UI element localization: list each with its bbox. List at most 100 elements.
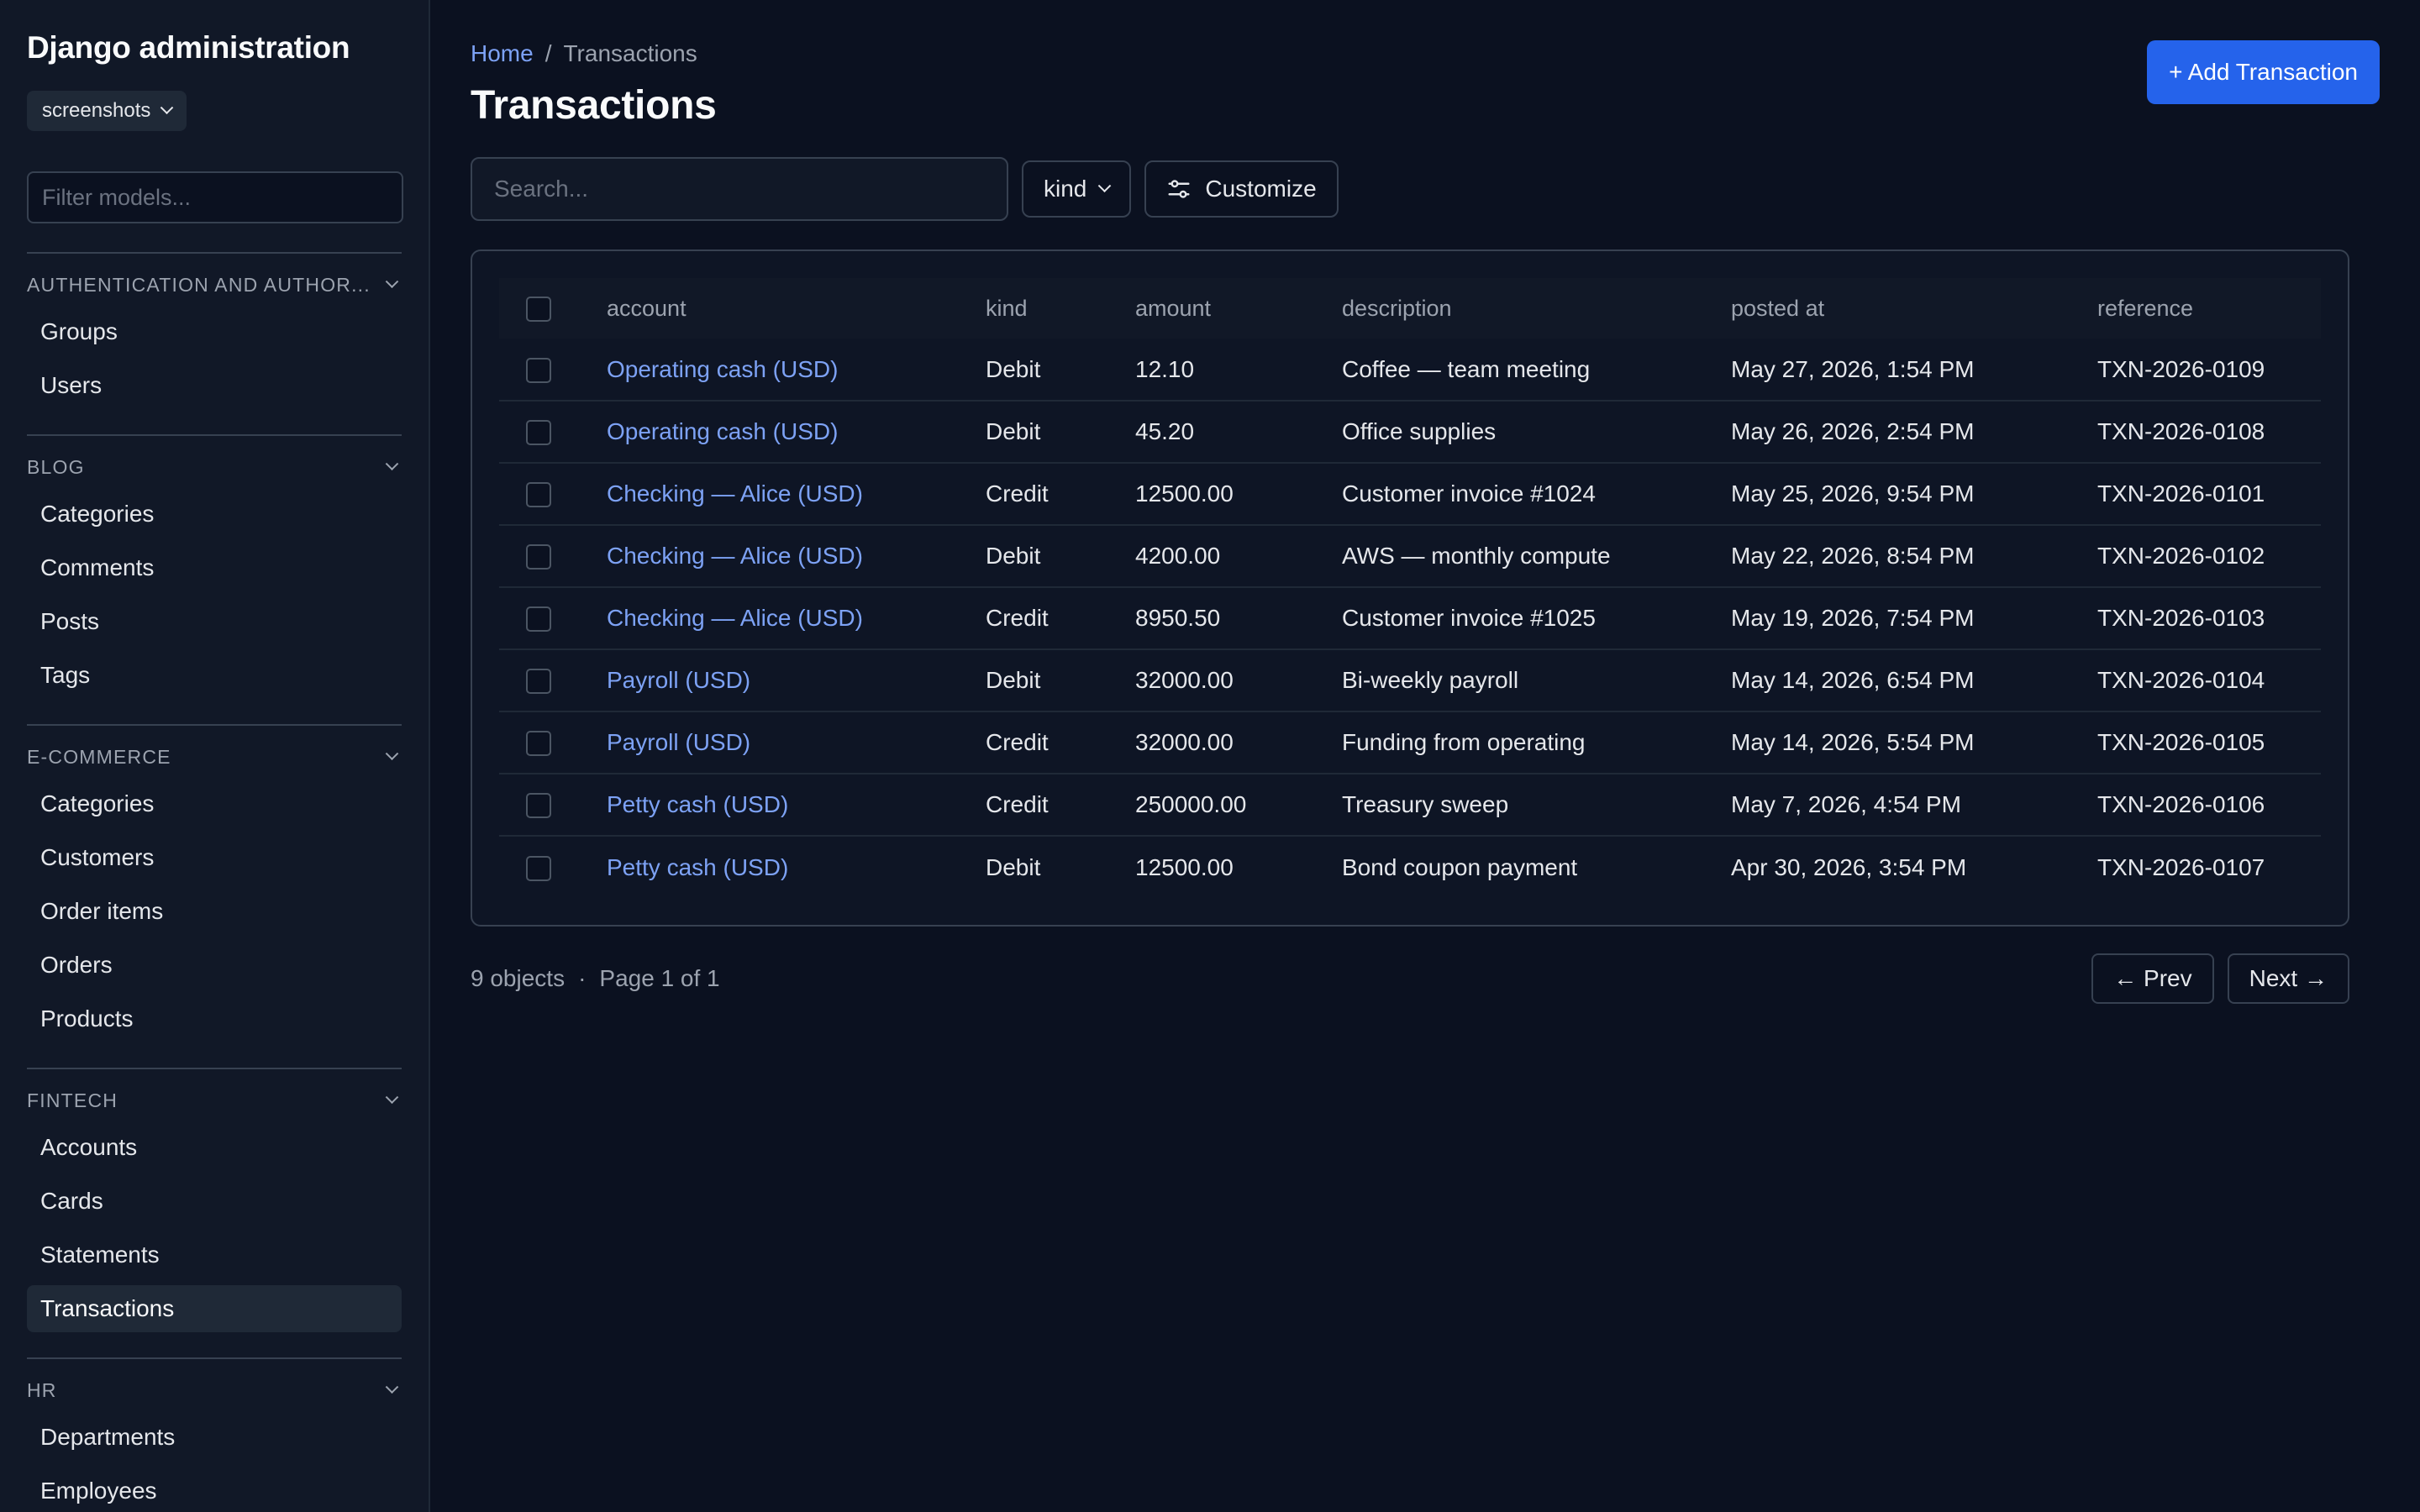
kind-filter-label: kind [1044, 176, 1087, 202]
account-link[interactable]: Checking — Alice (USD) [607, 462, 986, 525]
chevron-down-icon [385, 275, 399, 289]
object-count: 9 objects [471, 965, 566, 991]
nav-group: AUTHENTICATION AND AUTHOR... Groups Users [27, 252, 402, 409]
sidebar-item[interactable]: Products [27, 995, 402, 1042]
select-all-checkbox[interactable] [526, 296, 551, 322]
nav-group-header[interactable]: FINTECH [27, 1089, 402, 1112]
table-row: Checking — Alice (USD) Credit 12500.00 Cust… [499, 462, 2321, 525]
reference-cell: TXN-2026-0104 [2097, 648, 2321, 711]
nav-group: BLOG Categories Comments Posts Tags [27, 434, 402, 699]
nav-group-header[interactable]: AUTHENTICATION AND AUTHOR... [27, 274, 402, 297]
sidebar-item[interactable]: Departments [27, 1414, 402, 1461]
table-body: Operating cash (USD) Debit 12.10 Coffee — t… [499, 339, 2321, 898]
row-checkbox[interactable] [526, 544, 551, 570]
column-header-posted-at[interactable]: posted at [1731, 278, 2097, 339]
kind-cell: Credit [986, 462, 1135, 525]
posted-at-cell: May 14, 2026, 6:54 PM [1731, 648, 2097, 711]
account-link[interactable]: Petty cash (USD) [607, 835, 986, 898]
sidebar-item[interactable]: Order items [27, 888, 402, 935]
sidebar-item[interactable]: Accounts [27, 1124, 402, 1171]
sidebar-item[interactable]: Categories [27, 780, 402, 827]
row-select-cell [499, 524, 607, 587]
column-header-description[interactable]: description [1342, 278, 1731, 339]
description-cell: Customer invoice #1025 [1342, 586, 1731, 649]
chevron-down-icon [385, 457, 399, 471]
column-header-reference[interactable]: reference [2097, 278, 2321, 339]
posted-at-cell: May 26, 2026, 2:54 PM [1731, 400, 2097, 463]
row-checkbox[interactable] [526, 731, 551, 757]
sidebar-item[interactable]: Tags [27, 652, 402, 699]
sidebar-item[interactable]: Statements [27, 1231, 402, 1278]
amount-cell: 32000.00 [1135, 711, 1342, 774]
add-transaction-button[interactable]: + Add Transaction [2147, 40, 2380, 104]
table-row: Operating cash (USD) Debit 12.10 Coffee — t… [499, 339, 2321, 401]
kind-cell: Credit [986, 711, 1135, 774]
nav-group-title: HR [27, 1379, 57, 1401]
sidebar-item[interactable]: Groups [27, 308, 402, 355]
filter-models-input[interactable] [27, 171, 403, 223]
admin-app: Django administration screenshots AUTHEN… [0, 0, 2420, 1512]
account-link[interactable]: Operating cash (USD) [607, 400, 986, 463]
row-select-cell [499, 648, 607, 711]
reference-cell: TXN-2026-0107 [2097, 835, 2321, 898]
column-header-account[interactable]: account [607, 278, 986, 339]
prev-page-button[interactable]: ← Prev [2091, 953, 2214, 1004]
account-link[interactable]: Checking — Alice (USD) [607, 586, 986, 649]
table-row: Checking — Alice (USD) Debit 4200.00 AWS — … [499, 524, 2321, 587]
sliders-icon [1168, 180, 1190, 198]
nav-group: E-COMMERCE Categories Customers Order items… [27, 724, 402, 1042]
breadcrumb-home-link[interactable]: Home [471, 40, 534, 67]
list-footer: 9 objects · Page 1 of 1 ← Prev Next → [471, 953, 2349, 1004]
sidebar-item[interactable]: Comments [27, 544, 402, 591]
row-select-cell [499, 400, 607, 463]
sidebar-nav: AUTHENTICATION AND AUTHOR... Groups Users B… [27, 252, 402, 1512]
account-link[interactable]: Operating cash (USD) [607, 339, 986, 401]
table-row: Petty cash (USD) Debit 12500.00 Bond coupon… [499, 835, 2321, 898]
row-checkbox[interactable] [526, 420, 551, 446]
description-cell: Coffee — team meeting [1342, 355, 1591, 382]
column-header-amount[interactable]: amount [1135, 278, 1342, 339]
column-header-kind[interactable]: kind [986, 278, 1135, 339]
row-checkbox[interactable] [526, 793, 551, 819]
sidebar-item[interactable]: Transactions [27, 1285, 402, 1332]
reference-cell: TXN-2026-0101 [2097, 462, 2321, 525]
customize-button[interactable]: Customize [1144, 160, 1339, 218]
pagination: ← Prev Next → [2091, 953, 2349, 1004]
sidebar-item[interactable]: Customers [27, 834, 402, 881]
account-link[interactable]: Payroll (USD) [607, 711, 986, 774]
row-select-cell [499, 339, 607, 401]
row-select-cell [499, 773, 607, 836]
amount-cell: 4200.00 [1135, 524, 1342, 587]
database-selector[interactable]: screenshots [27, 91, 187, 131]
sidebar-item[interactable]: Users [27, 362, 402, 409]
row-checkbox[interactable] [526, 669, 551, 695]
amount-cell: 8950.50 [1135, 586, 1342, 649]
nav-group-header[interactable]: BLOG [27, 456, 402, 479]
row-checkbox[interactable] [526, 855, 551, 881]
sidebar-item[interactable]: Cards [27, 1178, 402, 1225]
chevron-down-icon [160, 100, 174, 114]
row-checkbox[interactable] [526, 606, 551, 633]
account-link[interactable]: Payroll (USD) [607, 648, 986, 711]
search-input[interactable] [471, 157, 1008, 221]
sidebar-item[interactable]: Employees [27, 1467, 402, 1512]
row-checkbox[interactable] [526, 357, 551, 383]
sidebar-item[interactable]: Posts [27, 598, 402, 645]
account-link[interactable]: Checking — Alice (USD) [607, 524, 986, 587]
kind-cell: Debit [986, 524, 1135, 587]
toolbar: kind Customize [471, 157, 2380, 221]
sidebar-item[interactable]: Orders [27, 942, 402, 989]
row-checkbox[interactable] [526, 482, 551, 508]
next-page-button[interactable]: Next → [2227, 953, 2349, 1004]
results-card: account kind amount description posted a… [471, 249, 2349, 927]
account-link[interactable]: Petty cash (USD) [607, 773, 986, 836]
description-cell: Bi-weekly payroll [1342, 648, 1731, 711]
sidebar-item[interactable]: Categories [27, 491, 402, 538]
breadcrumb-current: Transactions [563, 40, 697, 66]
kind-filter-dropdown[interactable]: kind [1022, 160, 1132, 218]
brand-title[interactable]: Django administration [27, 30, 402, 66]
kind-cell: Debit [986, 355, 1041, 382]
nav-group-header[interactable]: HR [27, 1379, 402, 1402]
description-cell: Bond coupon payment [1342, 835, 1731, 898]
nav-group-header[interactable]: E-COMMERCE [27, 746, 402, 769]
